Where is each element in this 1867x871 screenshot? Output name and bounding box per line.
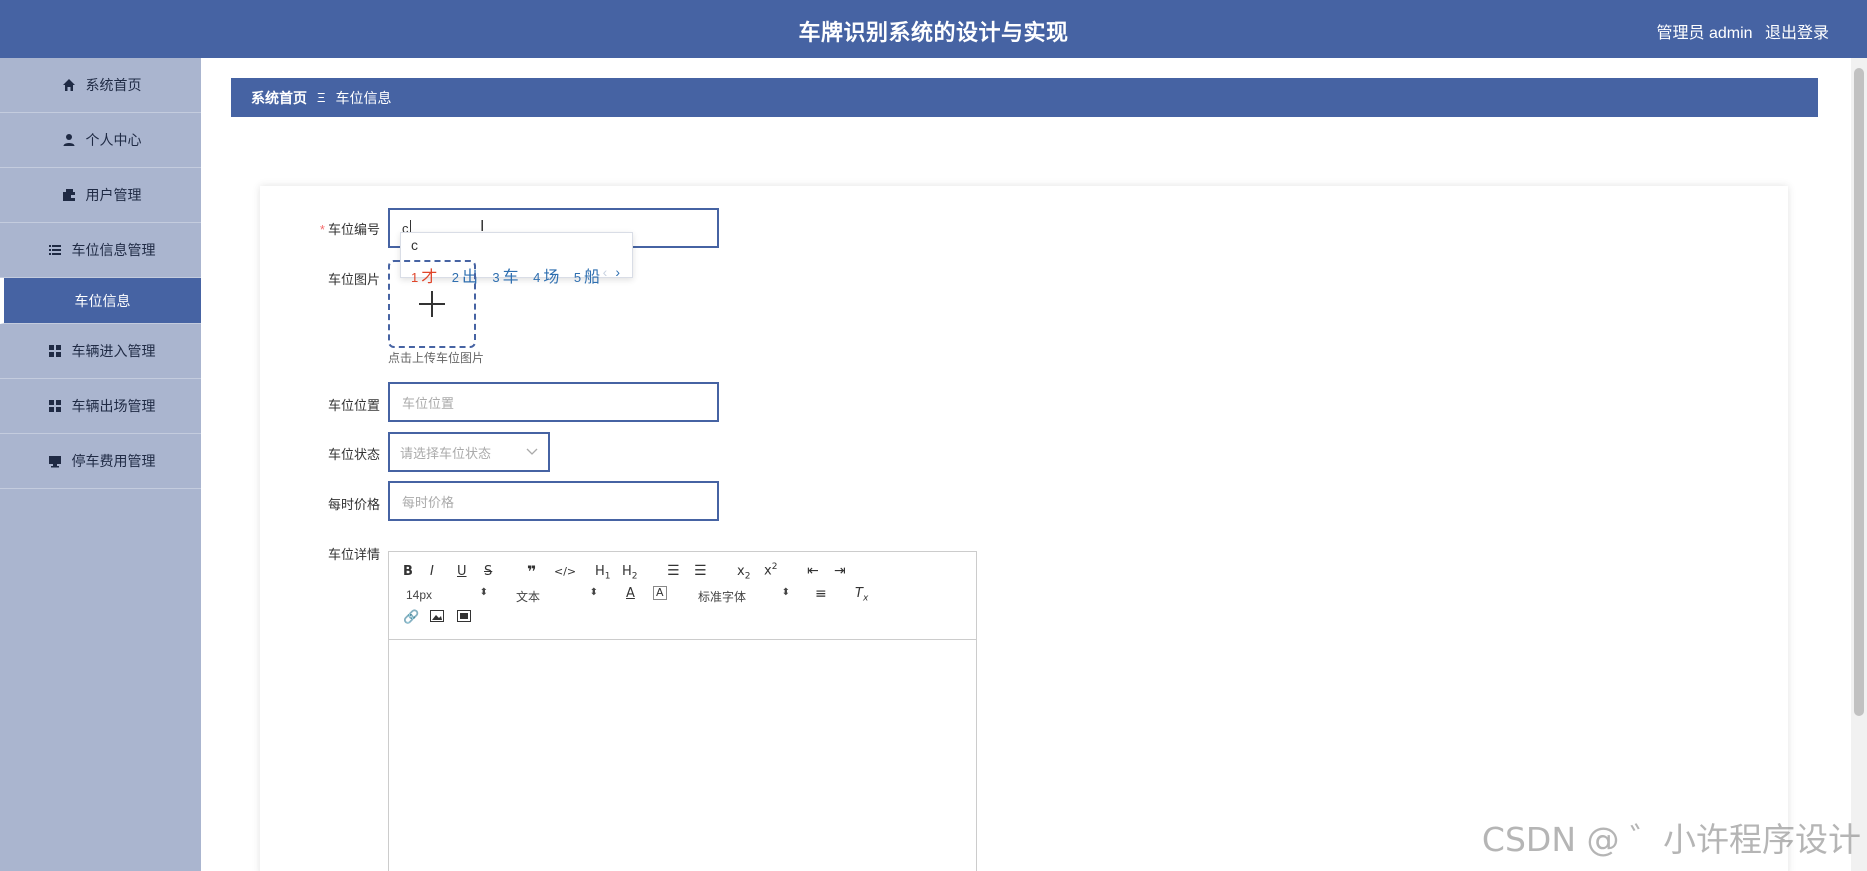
updown-icon: ⬍ [479, 587, 488, 598]
code-icon[interactable]: </> [554, 565, 576, 578]
sidebar-item-label: 车位信息管理 [71, 242, 156, 258]
breadcrumb-current: 车位信息 [335, 89, 392, 106]
rich-text-editor: B I U S ❞ </> H1 H2 ☰ ☰ x2 x2 ⇤ ⇥ 14px ⬍ … [388, 551, 977, 871]
sidebar-item-vehicle-exit[interactable]: 车辆出场管理 [0, 379, 201, 434]
bullet-list-icon[interactable]: ☰ [694, 563, 707, 579]
sidebar: 系统首页 个人中心 用户管理 车位信息管理 车位信息 车辆进入管理 车辆出场管理 [0, 58, 201, 871]
space-no-label: * 车位编号 [319, 222, 380, 237]
space-image-label: 车位图片 [327, 272, 380, 287]
chevron-down-icon [526, 448, 538, 455]
sidebar-item-label: 个人中心 [85, 132, 142, 148]
ordered-list-icon[interactable]: ☰ [667, 563, 680, 579]
home-icon [60, 76, 78, 94]
ime-candidate[interactable]: 4场 [533, 269, 559, 286]
wallet-icon [60, 186, 78, 204]
updown-icon: ⬍ [589, 587, 598, 598]
price-label: 每时价格 [327, 497, 380, 512]
main-content: 系统首页 Ξ 车位信息 * 车位编号 c I c 1才 2出 3车 4场 5船 ‹… [201, 58, 1867, 871]
sidebar-item-label: 车辆进入管理 [71, 343, 156, 359]
sidebar-item-space-info-mgmt[interactable]: 车位信息管理 [0, 223, 201, 278]
link-icon[interactable]: 🔗 [403, 610, 419, 625]
ime-typed-text: c [411, 237, 418, 253]
video-icon[interactable] [457, 610, 471, 626]
font-size-select[interactable]: 14px ⬍ [406, 587, 488, 602]
editor-toolbar: B I U S ❞ </> H1 H2 ☰ ☰ x2 x2 ⇤ ⇥ 14px ⬍ … [389, 552, 976, 640]
ime-candidate[interactable]: 5船 [574, 269, 600, 286]
ime-page-arrows: ‹ › [603, 264, 620, 280]
italic-icon[interactable]: I [430, 564, 434, 579]
underline-icon[interactable]: U [457, 564, 467, 579]
sidebar-subitem-label: 车位信息 [74, 292, 131, 309]
outdent-icon[interactable]: ⇤ [807, 563, 819, 579]
indent-icon[interactable]: ⇥ [834, 563, 846, 579]
required-mark: * [319, 222, 325, 237]
watermark: CSDN @ ゛小许程序设计 [1481, 820, 1861, 859]
subscript-icon[interactable]: x2 [737, 564, 750, 582]
bold-icon[interactable]: B [403, 564, 413, 579]
sidebar-item-vehicle-entry[interactable]: 车辆进入管理 [0, 324, 201, 379]
sidebar-item-users[interactable]: 用户管理 [0, 168, 201, 223]
list-icon [46, 241, 64, 259]
superscript-icon[interactable]: x2 [764, 562, 777, 578]
chevron-right-icon[interactable]: › [615, 264, 620, 280]
font-color-icon[interactable]: A [626, 586, 635, 601]
ime-candidate[interactable]: 3车 [492, 269, 518, 286]
sidebar-item-label: 停车费用管理 [71, 453, 156, 469]
detail-label: 车位详情 [327, 547, 380, 562]
logout-link[interactable]: 退出登录 [1765, 25, 1829, 42]
editor-content-area[interactable] [389, 640, 976, 871]
text-type-select[interactable]: 文本 ⬍ [516, 587, 598, 605]
app-title: 车牌识别系统的设计与实现 [798, 20, 1069, 45]
location-label: 车位位置 [327, 398, 380, 413]
breadcrumb-home[interactable]: 系统首页 [251, 88, 307, 108]
grid-icon [46, 397, 64, 415]
chevron-left-icon[interactable]: ‹ [603, 264, 608, 280]
sidebar-item-profile[interactable]: 个人中心 [0, 113, 201, 168]
breadcrumb-separator: Ξ [317, 90, 326, 105]
updown-icon: ⬍ [781, 587, 790, 598]
strikethrough-icon[interactable]: S [484, 564, 492, 579]
quote-icon[interactable]: ❞ [527, 562, 536, 581]
status-select[interactable]: 请选择车位状态 [388, 432, 550, 472]
monitor-icon [46, 452, 64, 470]
image-icon[interactable] [430, 610, 444, 626]
breadcrumb: 系统首页 Ξ 车位信息 [231, 78, 1818, 117]
sidebar-subitem-space-info[interactable]: 车位信息 [0, 278, 201, 324]
sidebar-item-label: 用户管理 [85, 187, 142, 203]
heading1-icon[interactable]: H1 [595, 564, 611, 582]
user-label: 管理员 admin [1656, 25, 1753, 42]
scrollbar-thumb[interactable] [1854, 68, 1864, 716]
clear-format-icon[interactable]: Tx [855, 586, 868, 604]
form-card: * 车位编号 c I c 1才 2出 3车 4场 5船 ‹ › 车位图片 点击上传车… [260, 186, 1788, 871]
sidebar-item-parking-fees[interactable]: 停车费用管理 [0, 434, 201, 489]
sidebar-item-label: 车辆出场管理 [71, 398, 156, 414]
price-input[interactable]: 每时价格 [388, 481, 719, 521]
align-icon[interactable]: ≡ [815, 586, 827, 602]
top-header: 车牌识别系统的设计与实现 管理员 admin 退出登录 [0, 0, 1867, 58]
location-input[interactable]: 车位位置 [388, 382, 719, 422]
sidebar-item-home[interactable]: 系统首页 [0, 58, 201, 113]
grid-icon [46, 342, 64, 360]
image-upload-button[interactable] [388, 260, 476, 348]
person-icon [60, 131, 78, 149]
font-family-select[interactable]: 标准字体 ⬍ [698, 587, 790, 605]
upload-tip: 点击上传车位图片 [388, 351, 485, 365]
sidebar-item-label: 系统首页 [85, 77, 142, 93]
user-area: 管理员 admin 退出登录 [1649, 19, 1830, 43]
status-label: 车位状态 [327, 447, 380, 462]
plus-icon [419, 291, 445, 317]
heading2-icon[interactable]: H2 [622, 564, 638, 582]
background-color-icon[interactable]: A [653, 586, 667, 600]
